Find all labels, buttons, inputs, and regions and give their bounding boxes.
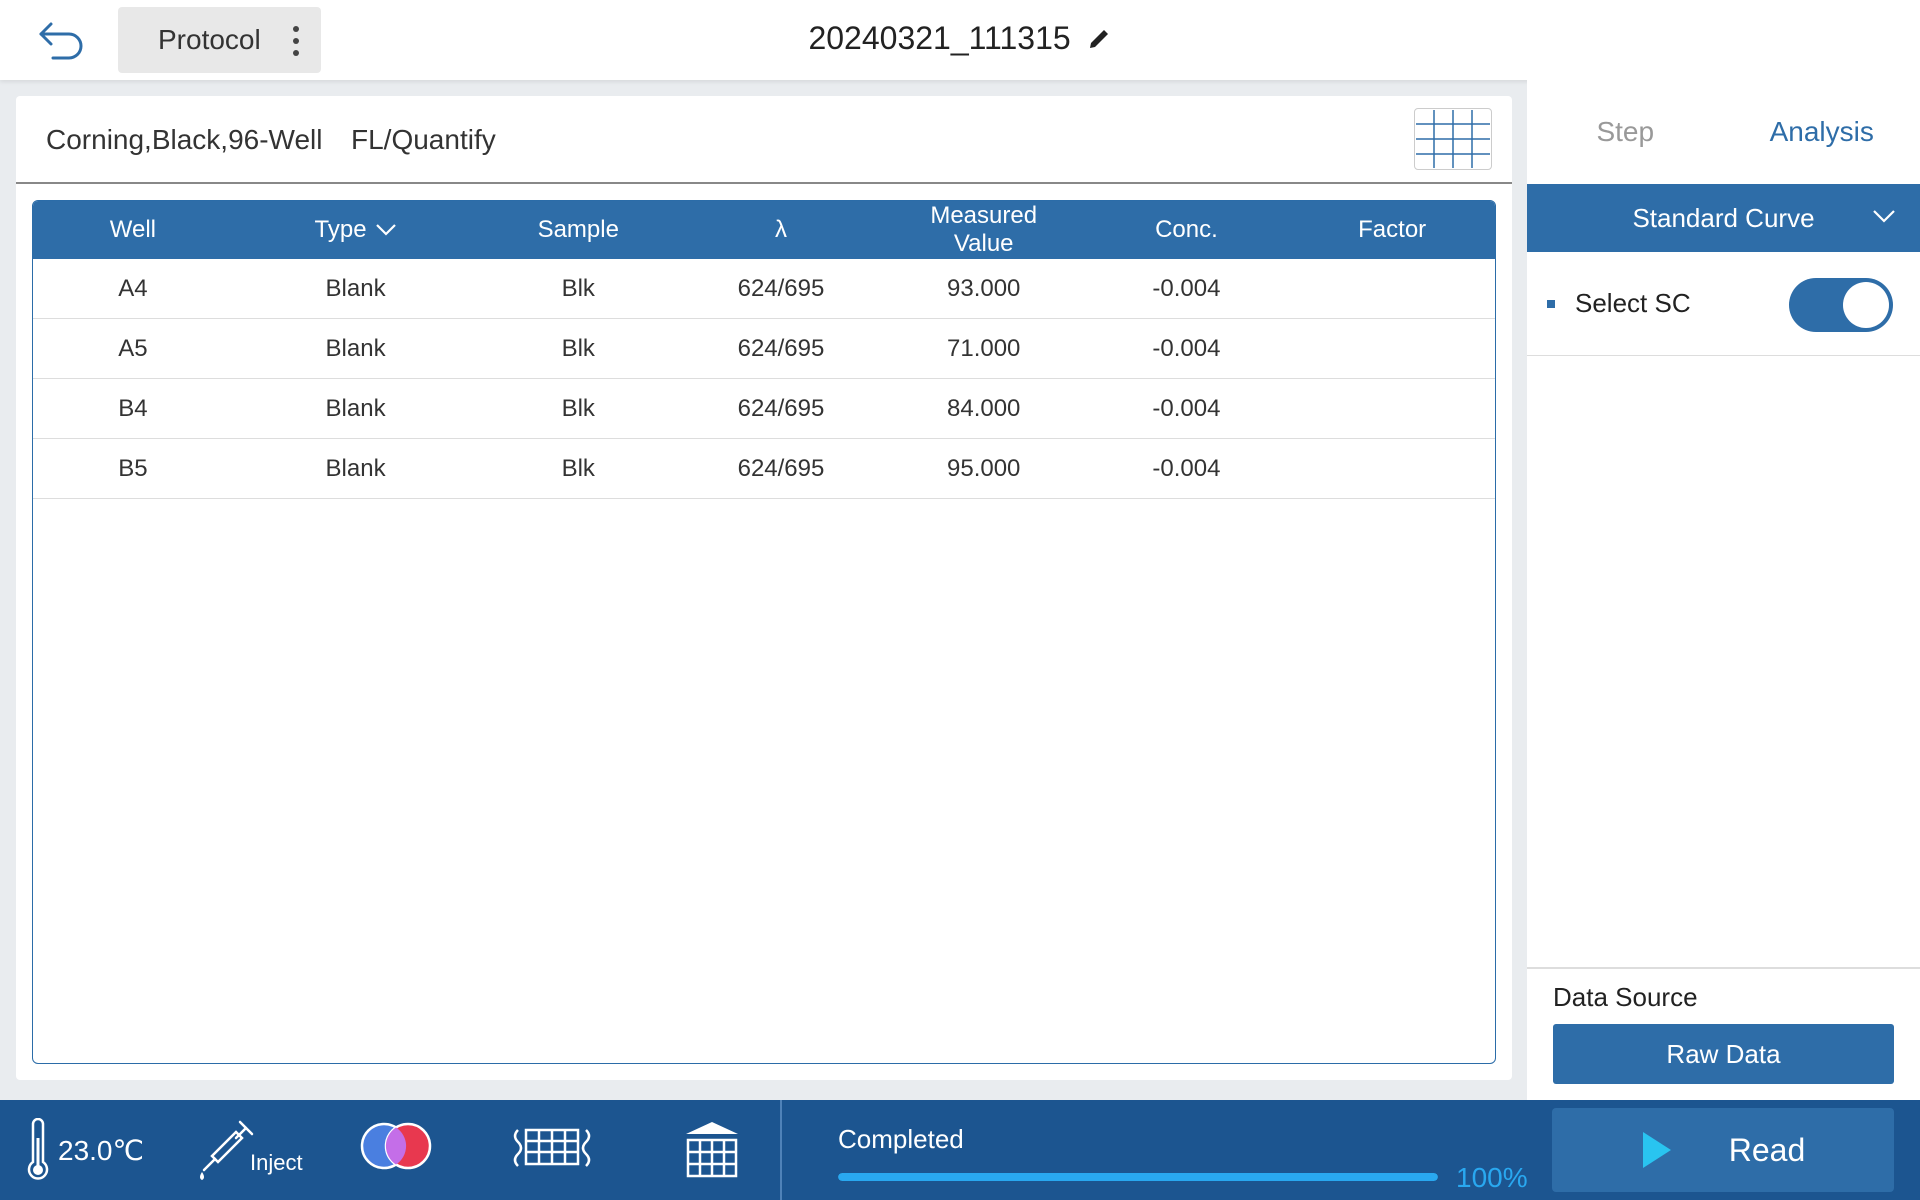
cell-factor <box>1289 319 1495 378</box>
cell-well: B5 <box>118 454 148 482</box>
inject-button[interactable]: Inject <box>196 1110 303 1190</box>
table-row[interactable]: A5 Blank Blk 624/695 71.000 -0.004 <box>33 319 1495 379</box>
cell-type: Blank <box>325 274 386 302</box>
bottom-bar: 23.0℃ Inject Completed 100% Read <box>0 1100 1920 1200</box>
main-panel: Corning,Black,96-Well FL/Quantify Well T… <box>16 96 1512 1080</box>
read-button[interactable]: Read <box>1552 1108 1894 1192</box>
select-sc-label: Select SC <box>1575 288 1691 318</box>
table-row[interactable]: B5 Blank Blk 624/695 95.000 -0.004 <box>33 439 1495 499</box>
plate-shake-icon <box>513 1128 591 1167</box>
tab-analysis[interactable]: Analysis <box>1724 80 1920 184</box>
cell-well: A4 <box>118 274 148 302</box>
raw-data-button[interactable]: Raw Data <box>1553 1024 1894 1084</box>
cell-lambda: 624/695 <box>737 454 825 482</box>
analysis-type-label: Standard Curve <box>1632 202 1815 233</box>
cell-measured-value: 84.000 <box>947 394 1021 422</box>
col-lambda: λ <box>774 216 787 243</box>
syringe-icon <box>200 1120 254 1180</box>
read-label: Read <box>1728 1131 1806 1168</box>
tab-step[interactable]: Step <box>1527 80 1724 184</box>
right-panel: Step Analysis Standard Curve Select SC D… <box>1527 80 1920 1100</box>
cell-factor <box>1289 259 1495 318</box>
bullet-icon <box>1547 300 1555 308</box>
progress-bar <box>838 1173 1438 1181</box>
table-body: A4 Blank Blk 624/695 93.000 -0.004 A5 Blank Blk 6… <box>33 259 1495 499</box>
progress-fill <box>838 1173 1438 1181</box>
toggle-knob <box>1843 282 1889 328</box>
select-sc-row: Select SC <box>1527 252 1920 356</box>
table-row[interactable]: B4 Blank Blk 624/695 84.000 -0.004 <box>33 379 1495 439</box>
chevron-down-icon <box>375 224 396 236</box>
table-row[interactable]: A4 Blank Blk 624/695 93.000 -0.004 <box>33 259 1495 319</box>
select-sc-toggle[interactable] <box>1789 278 1893 332</box>
chevron-down-icon <box>1873 210 1895 223</box>
cell-conc: -0.004 <box>1152 274 1221 302</box>
cell-conc: -0.004 <box>1152 454 1221 482</box>
table-header: Well Type Sample λ Measured Value Conc. … <box>33 201 1495 259</box>
analysis-type-dropdown[interactable]: Standard Curve <box>1527 184 1920 252</box>
cell-type: Blank <box>325 454 386 482</box>
run-status: Completed <box>838 1124 964 1154</box>
header-divider <box>16 182 1512 184</box>
col-measured-value: Measured Value <box>930 202 1038 257</box>
grid-icon <box>1416 110 1490 168</box>
plate-lid-icon <box>686 1122 738 1178</box>
tab-bar: Step Analysis <box>1527 80 1920 184</box>
cell-conc: -0.004 <box>1152 394 1221 422</box>
cell-measured-value: 95.000 <box>947 454 1021 482</box>
pencil-icon[interactable] <box>1086 26 1112 52</box>
col-factor: Factor <box>1358 216 1427 243</box>
cell-sample: Blk <box>561 454 595 482</box>
color-filter-icon <box>360 1122 432 1170</box>
play-icon <box>1642 1132 1671 1168</box>
cell-sample: Blk <box>561 274 595 302</box>
cell-sample: Blk <box>561 334 595 362</box>
cell-type: Blank <box>325 394 386 422</box>
col-well: Well <box>109 216 156 243</box>
experiment-title-wrap: 20240321_111315 <box>0 18 1920 57</box>
thermometer-icon <box>27 1118 49 1180</box>
cell-well: A5 <box>118 334 148 362</box>
bottom-separator <box>780 1100 782 1200</box>
filter-button[interactable] <box>358 1118 434 1174</box>
cell-measured-value: 93.000 <box>947 274 1021 302</box>
cell-factor <box>1289 439 1495 498</box>
col-type-label: Type <box>314 216 367 243</box>
top-bar: Protocol 20240321_111315 <box>0 0 1920 80</box>
plate-type: Corning,Black,96-Well <box>46 124 323 155</box>
temperature-value: 23.0℃ <box>58 1134 144 1166</box>
cell-lambda: 624/695 <box>737 334 825 362</box>
col-sample: Sample <box>537 216 619 243</box>
shake-button[interactable] <box>510 1124 594 1170</box>
cell-conc: -0.004 <box>1152 334 1221 362</box>
cell-sample: Blk <box>561 394 595 422</box>
col-type[interactable]: Type <box>233 201 479 259</box>
col-conc: Conc. <box>1155 216 1218 243</box>
cell-type: Blank <box>325 334 386 362</box>
cell-well: B4 <box>118 394 148 422</box>
progress-percent: 100% <box>1456 1162 1528 1193</box>
plate-view-button[interactable] <box>1414 108 1492 170</box>
results-table: Well Type Sample λ Measured Value Conc. … <box>32 200 1496 1064</box>
data-source-label: Data Source <box>1553 982 1698 1012</box>
experiment-title: 20240321_111315 <box>808 20 1071 57</box>
inject-label: Inject <box>250 1150 303 1175</box>
data-source-divider <box>1527 967 1920 969</box>
cell-factor <box>1289 379 1495 438</box>
temperature-readout: 23.0℃ <box>26 1110 144 1190</box>
incubate-button[interactable] <box>684 1120 740 1178</box>
cell-lambda: 624/695 <box>737 394 825 422</box>
read-mode: FL/Quantify <box>351 124 496 155</box>
cell-lambda: 624/695 <box>737 274 825 302</box>
cell-measured-value: 71.000 <box>947 334 1021 362</box>
